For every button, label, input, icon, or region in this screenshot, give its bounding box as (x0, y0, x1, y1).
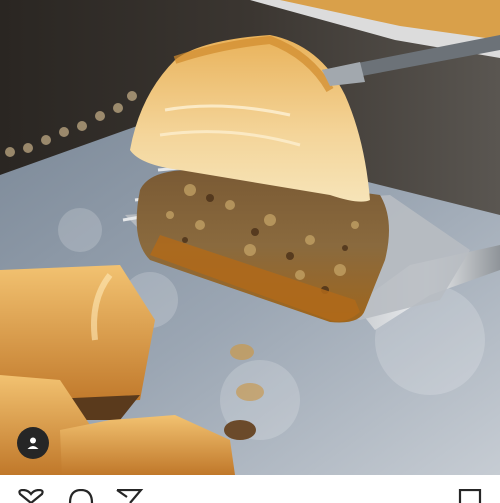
tagged-people-button[interactable] (17, 427, 49, 459)
comment-icon (68, 489, 94, 503)
share-button[interactable] (114, 489, 144, 503)
baklava-photo-illustration (0, 0, 500, 475)
post-photo[interactable] (0, 0, 500, 475)
paper-plane-icon (116, 489, 144, 503)
like-button[interactable] (16, 489, 46, 503)
person-tag-icon (27, 437, 39, 449)
post-action-bar (0, 475, 500, 503)
heart-icon (18, 489, 44, 503)
comment-button[interactable] (66, 489, 96, 503)
bookmark-icon (458, 489, 482, 503)
save-button[interactable] (455, 489, 485, 503)
